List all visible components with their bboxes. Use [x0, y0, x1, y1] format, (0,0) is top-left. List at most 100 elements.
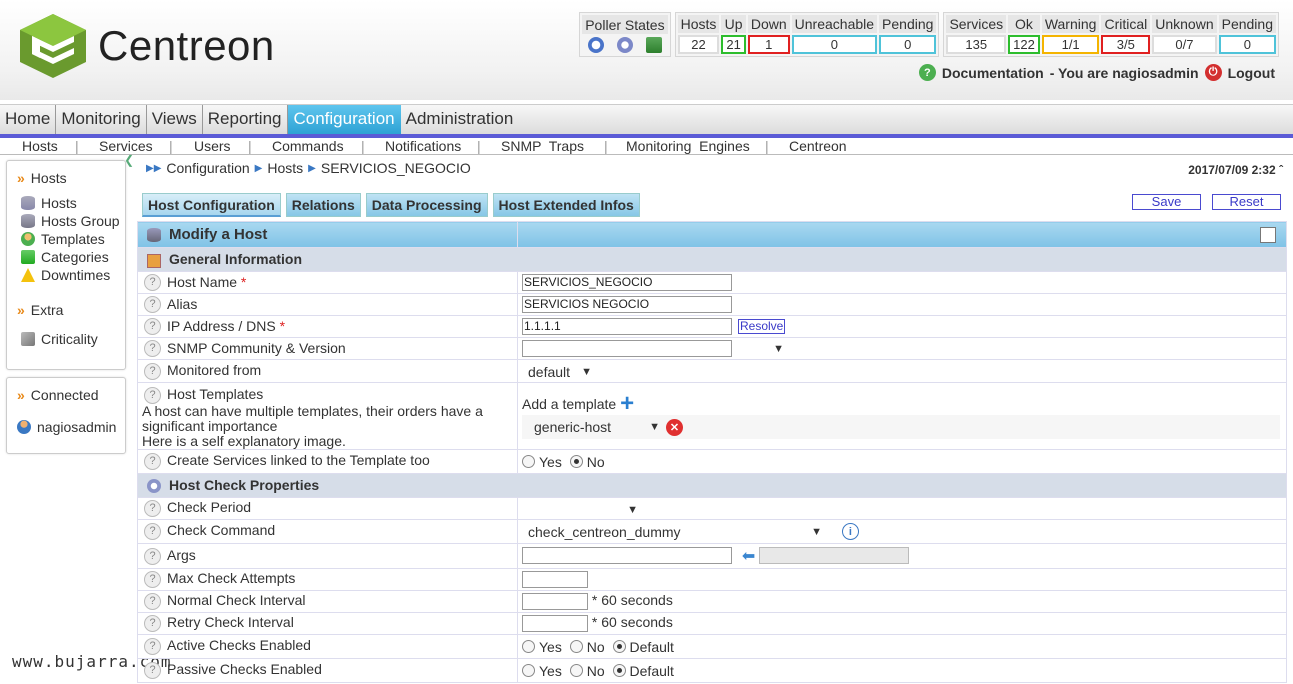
tab-data-processing[interactable]: Data Processing [365, 193, 488, 217]
services-critical[interactable]: 3/5 [1101, 35, 1151, 54]
normal-interval-input[interactable] [522, 593, 588, 611]
snmp-version-select[interactable]: ▼ [740, 343, 784, 355]
host-name-input[interactable]: SERVICIOS_NEGOCIO [522, 274, 732, 292]
hosts-down[interactable]: 1 [747, 35, 790, 54]
active-checks-default-radio[interactable] [612, 640, 626, 654]
centreon-logo[interactable]: Centreon [18, 12, 275, 80]
breadcrumb-hosts[interactable]: Hosts [267, 160, 303, 176]
nav-monitoring[interactable]: Monitoring [56, 105, 147, 134]
help-icon[interactable]: ? [918, 64, 936, 81]
help-icon[interactable]: ? [144, 523, 161, 541]
services-pending[interactable]: 0 [1218, 35, 1276, 54]
chevron-up-icon[interactable]: ˆ [1279, 163, 1283, 177]
nav-views[interactable]: Views [147, 105, 203, 134]
help-icon[interactable]: ? [144, 362, 161, 380]
sidebar-item-hosts[interactable]: Hosts [21, 194, 125, 212]
subnav-hosts[interactable]: Hosts [22, 138, 58, 154]
help-icon[interactable]: ? [144, 318, 161, 336]
snmp-community-input[interactable] [522, 340, 732, 358]
help-icon[interactable]: ? [144, 274, 161, 292]
help-icon[interactable]: ? [144, 593, 161, 611]
subnav-commands[interactable]: Commands [272, 138, 344, 154]
active-checks-yes-radio[interactable] [522, 640, 535, 654]
services-warning[interactable]: 1/1 [1041, 35, 1100, 54]
normal-interval-unit: * 60 seconds [591, 592, 673, 609]
hosts-total[interactable]: 22 [677, 35, 720, 54]
host-templates-label: Host Templates [167, 386, 264, 402]
passive-checks-label: Passive Checks Enabled [167, 661, 322, 678]
resolve-button[interactable]: Resolve [738, 319, 786, 335]
create-services-no-radio[interactable] [569, 455, 583, 469]
passive-checks-yes-radio[interactable] [522, 664, 535, 678]
subnav-notifications[interactable]: Notifications [385, 138, 461, 154]
nav-reporting[interactable]: Reporting [203, 105, 288, 134]
services-unknown[interactable]: 0/7 [1152, 35, 1217, 54]
subnav-services[interactable]: Services [99, 138, 153, 154]
help-icon[interactable]: ? [144, 386, 161, 404]
active-checks-no-radio[interactable] [569, 640, 583, 654]
help-icon[interactable]: ? [144, 340, 161, 358]
form-title-cell: Modify a Host [137, 221, 518, 248]
breadcrumb-configuration[interactable]: Configuration [166, 160, 249, 176]
hosts-unreachable[interactable]: 0 [791, 35, 878, 54]
arrow-right-icon: ▶ [254, 162, 263, 174]
yes-label: Yes [539, 453, 562, 470]
help-icon[interactable]: ? [144, 453, 161, 471]
args-input[interactable] [522, 547, 732, 565]
create-services-yes-radio[interactable] [522, 455, 535, 469]
gear-icon[interactable] [616, 37, 633, 54]
tab-host-configuration[interactable]: Host Configuration [142, 193, 281, 217]
help-icon[interactable]: ? [144, 662, 161, 680]
hosts-up[interactable]: 21 [721, 35, 746, 54]
arrow-left-icon[interactable]: ⬅ [742, 546, 755, 566]
power-icon[interactable]: ⏻ [1204, 64, 1222, 81]
help-icon[interactable]: ? [144, 500, 161, 518]
tab-host-extended-infos[interactable]: Host Extended Infos [492, 193, 640, 217]
add-icon[interactable]: + [620, 392, 634, 416]
logout-link[interactable]: Logout [1228, 65, 1275, 81]
help-icon[interactable]: ? [144, 615, 161, 633]
sidebar-item-downtimes[interactable]: Downtimes [21, 266, 125, 284]
documentation-link[interactable]: Documentation [942, 65, 1044, 81]
server-icon[interactable] [646, 37, 663, 54]
nav-configuration[interactable]: Configuration [287, 105, 401, 134]
alias-input[interactable]: SERVICIOS NEGOCIO [522, 296, 732, 314]
tab-relations[interactable]: Relations [285, 193, 361, 217]
hosts-pending[interactable]: 0 [879, 35, 937, 54]
ip-input[interactable]: 1.1.1.1 [522, 318, 732, 336]
notes-icon[interactable] [1260, 227, 1276, 244]
help-icon[interactable]: ? [144, 547, 161, 565]
sidebar-item-hosts-group[interactable]: Hosts Group [21, 212, 125, 230]
nav-home[interactable]: Home [0, 105, 57, 134]
retry-interval-input[interactable] [522, 615, 588, 633]
logo-text: Centreon [98, 22, 275, 69]
breadcrumb-current[interactable]: SERVICIOS_NEGOCIO [321, 160, 471, 176]
services-total[interactable]: 135 [946, 35, 1007, 54]
help-icon[interactable]: ? [144, 571, 161, 589]
info-icon[interactable]: i [841, 523, 859, 541]
max-attempts-input[interactable] [522, 571, 588, 589]
passive-checks-default-radio[interactable] [612, 664, 626, 678]
sub-nav: Hosts | Services | Users | Commands | No… [0, 138, 1293, 155]
subnav-monitoring-engines[interactable]: Monitoring Engines [626, 138, 750, 154]
subnav-centreon[interactable]: Centreon [789, 138, 847, 154]
save-button[interactable]: Save [1132, 194, 1201, 210]
help-icon[interactable]: ? [144, 296, 161, 314]
subnav-snmp-traps[interactable]: SNMP Traps [501, 138, 584, 154]
subnav-users[interactable]: Users [194, 138, 231, 154]
sidebar-item-templates[interactable]: Templates [21, 230, 125, 248]
monitored-from-select[interactable]: default ▼ [522, 364, 592, 380]
nav-administration[interactable]: Administration [401, 105, 519, 134]
help-icon[interactable]: ? [144, 638, 161, 656]
sidebar-item-categories[interactable]: Categories [21, 248, 125, 266]
clock-icon[interactable] [587, 37, 604, 54]
sidebar-connected-user[interactable]: nagiosadmin [17, 418, 125, 436]
check-command-select[interactable]: check_centreon_dummy ▼ [522, 524, 822, 540]
check-period-select[interactable]: ▼ [522, 504, 638, 516]
reset-button[interactable]: Reset [1212, 194, 1281, 210]
services-ok[interactable]: 122 [1008, 35, 1040, 54]
template-select[interactable]: generic-host ▼ [522, 419, 660, 435]
passive-checks-no-radio[interactable] [569, 664, 583, 678]
sidebar-item-criticality[interactable]: Criticality [21, 330, 125, 348]
remove-template-icon[interactable]: ✕ [666, 418, 683, 436]
